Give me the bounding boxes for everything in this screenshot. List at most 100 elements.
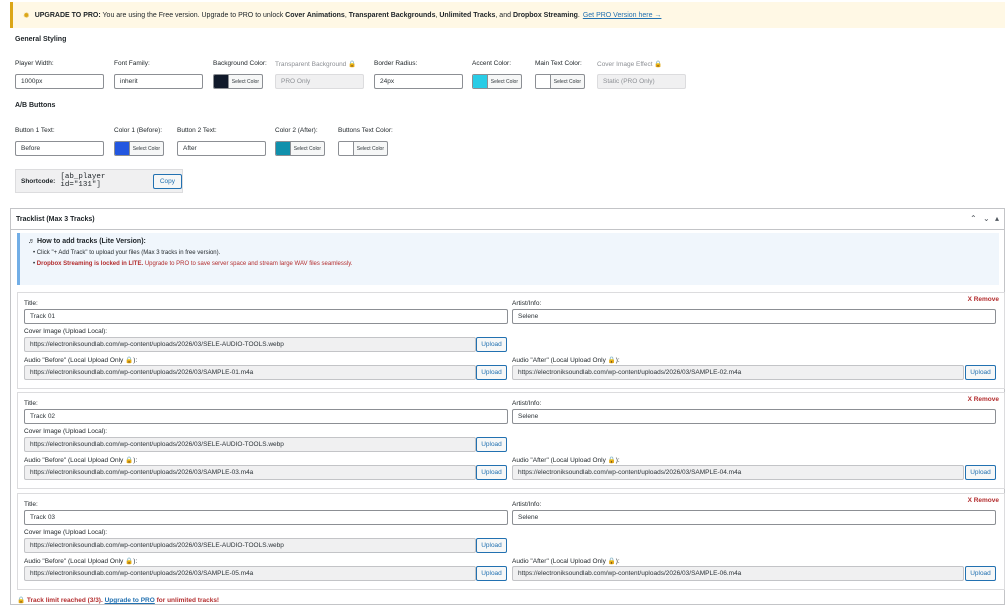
- cover-url-input[interactable]: https://electroniksoundlab.com/wp-conten…: [24, 437, 476, 452]
- cover-label: Cover Image (Upload Local):: [24, 529, 108, 536]
- button2-input[interactable]: After: [177, 141, 266, 156]
- accent-color-label: Accent Color:: [472, 60, 512, 67]
- border-radius-label: Border Radius:: [374, 60, 418, 67]
- artist-input[interactable]: Selene: [512, 409, 996, 424]
- background-color-label: Background Color:: [213, 60, 267, 67]
- cover-effect-select: Static (PRO Only): [597, 74, 686, 89]
- track-title-input[interactable]: Track 01: [24, 309, 508, 324]
- artist-input[interactable]: Selene: [512, 309, 996, 324]
- track-title-label: Title:: [24, 501, 38, 508]
- copy-shortcode-button[interactable]: Copy: [152, 173, 182, 189]
- get-pro-link[interactable]: Get PRO Version here →: [583, 12, 662, 19]
- cover-label: Cover Image (Upload Local):: [24, 428, 108, 435]
- upload-before-button[interactable]: Upload: [476, 465, 507, 480]
- lock-icon: 🔒: [348, 61, 357, 68]
- lock-icon: 🔒: [607, 558, 616, 565]
- track-title-label: Title:: [24, 400, 38, 407]
- player-width-input[interactable]: 1000px: [15, 74, 104, 89]
- color1-label: Color 1 (Before):: [114, 127, 163, 134]
- chevron-down-icon[interactable]: ⌄: [983, 214, 990, 223]
- background-color-picker[interactable]: Select Color: [213, 74, 263, 89]
- upgrade-pro-link[interactable]: Upgrade to PRO: [105, 597, 155, 604]
- help-item-1: • Click "+ Add Track" to upload your fil…: [33, 250, 221, 256]
- accent-color-swatch: [473, 75, 488, 88]
- track-card: Title: Track 03 Artist/Info: Selene X Re…: [17, 493, 1005, 590]
- ab-buttons-heading: A/B Buttons: [15, 102, 56, 109]
- track-card: Title: Track 01 Artist/Info: Selene X Re…: [17, 292, 1005, 389]
- upload-before-button[interactable]: Upload: [476, 365, 507, 380]
- track-limit-message: 🔒 Track limit reached (3/3). Upgrade to …: [17, 597, 220, 604]
- main-text-color-picker[interactable]: Select Color: [535, 74, 585, 89]
- player-width-label: Player Width:: [15, 60, 54, 67]
- upload-cover-button[interactable]: Upload: [476, 538, 507, 553]
- track-card: Title: Track 02 Artist/Info: Selene X Re…: [17, 392, 1005, 489]
- main-text-color-label: Main Text Color:: [535, 60, 582, 67]
- upload-after-button[interactable]: Upload: [965, 365, 996, 380]
- upload-cover-button[interactable]: Upload: [476, 437, 507, 452]
- lock-icon: 🔒: [125, 457, 134, 464]
- lock-icon: 🔒: [654, 61, 663, 68]
- audio-before-label: Audio "Before" (Local Upload Only 🔒):: [24, 558, 138, 565]
- shortcode-label: Shortcode:: [21, 177, 56, 185]
- upgrade-notice: ✹ UPGRADE TO PRO: You are using the Free…: [10, 2, 1005, 28]
- button1-input[interactable]: Before: [15, 141, 104, 156]
- button1-label: Button 1 Text:: [15, 127, 55, 134]
- artist-label: Artist/Info:: [512, 501, 542, 508]
- cover-effect-label: Cover Image Effect 🔒: [597, 61, 663, 68]
- border-radius-input[interactable]: 24px: [374, 74, 463, 89]
- audio-before-input[interactable]: https://electroniksoundlab.com/wp-conten…: [24, 465, 476, 480]
- lock-icon: 🔒: [125, 558, 134, 565]
- transparent-bg-input: PRO Only: [275, 74, 364, 89]
- track-title-input[interactable]: Track 03: [24, 510, 508, 525]
- audio-after-input[interactable]: https://electroniksoundlab.com/wp-conten…: [512, 566, 964, 581]
- cover-url-input[interactable]: https://electroniksoundlab.com/wp-conten…: [24, 538, 476, 553]
- main-text-color-swatch: [536, 75, 551, 88]
- upload-after-button[interactable]: Upload: [965, 465, 996, 480]
- star-icon: ✹: [23, 10, 30, 20]
- font-family-input[interactable]: inherit: [114, 74, 203, 89]
- shortcode-box: Shortcode: [ab_player id="131"] Copy: [15, 169, 183, 193]
- notice-text: UPGRADE TO PRO: You are using the Free v…: [34, 11, 580, 19]
- general-styling-heading: General Styling: [15, 36, 67, 43]
- accent-color-picker[interactable]: Select Color: [472, 74, 522, 89]
- upload-cover-button[interactable]: Upload: [476, 337, 507, 352]
- audio-before-input[interactable]: https://electroniksoundlab.com/wp-conten…: [24, 566, 476, 581]
- tracklist-header: Tracklist (Max 3 Tracks) ⌃ ⌄ ▴: [11, 209, 1004, 230]
- audio-before-label: Audio "Before" (Local Upload Only 🔒):: [24, 457, 138, 464]
- audio-before-label: Audio "Before" (Local Upload Only 🔒):: [24, 357, 138, 364]
- font-family-label: Font Family:: [114, 60, 150, 67]
- audio-after-input[interactable]: https://electroniksoundlab.com/wp-conten…: [512, 465, 964, 480]
- artist-input[interactable]: Selene: [512, 510, 996, 525]
- cover-label: Cover Image (Upload Local):: [24, 328, 108, 335]
- tracklist-title: Tracklist (Max 3 Tracks): [16, 215, 95, 223]
- color1-picker[interactable]: Select Color: [114, 141, 164, 156]
- help-item-2: • Dropbox Streaming is locked in LITE. U…: [33, 261, 353, 267]
- background-color-swatch: [214, 75, 229, 88]
- track-title-input[interactable]: Track 02: [24, 409, 508, 424]
- chevron-up-icon[interactable]: ⌃: [970, 214, 977, 223]
- cover-url-input[interactable]: https://electroniksoundlab.com/wp-conten…: [24, 337, 476, 352]
- artist-label: Artist/Info:: [512, 400, 542, 407]
- track-title-label: Title:: [24, 300, 38, 307]
- color2-picker[interactable]: Select Color: [275, 141, 325, 156]
- remove-track-button[interactable]: X Remove: [968, 296, 999, 303]
- audio-after-label: Audio "After" (Local Upload Only 🔒):: [512, 357, 620, 364]
- buttons-text-color-label: Buttons Text Color:: [338, 127, 393, 134]
- help-box: ♬ How to add tracks (Lite Version): • Cl…: [17, 233, 999, 285]
- caret-up-icon[interactable]: ▴: [995, 214, 999, 223]
- music-note-icon: ♬: [28, 238, 35, 245]
- tracklist-panel: Tracklist (Max 3 Tracks) ⌃ ⌄ ▴ ♬ How to …: [10, 208, 1005, 605]
- transparent-bg-label: Transparent Background 🔒: [275, 61, 357, 68]
- buttons-text-color-picker[interactable]: Select Color: [338, 141, 388, 156]
- help-title: ♬ How to add tracks (Lite Version):: [28, 238, 146, 245]
- audio-after-input[interactable]: https://electroniksoundlab.com/wp-conten…: [512, 365, 964, 380]
- button2-label: Button 2 Text:: [177, 127, 217, 134]
- upload-before-button[interactable]: Upload: [476, 566, 507, 581]
- remove-track-button[interactable]: X Remove: [968, 497, 999, 504]
- color1-swatch: [115, 142, 130, 155]
- lock-icon: 🔒: [17, 597, 26, 604]
- audio-before-input[interactable]: https://electroniksoundlab.com/wp-conten…: [24, 365, 476, 380]
- shortcode-value[interactable]: [ab_player id="131"]: [60, 173, 148, 189]
- remove-track-button[interactable]: X Remove: [968, 396, 999, 403]
- upload-after-button[interactable]: Upload: [965, 566, 996, 581]
